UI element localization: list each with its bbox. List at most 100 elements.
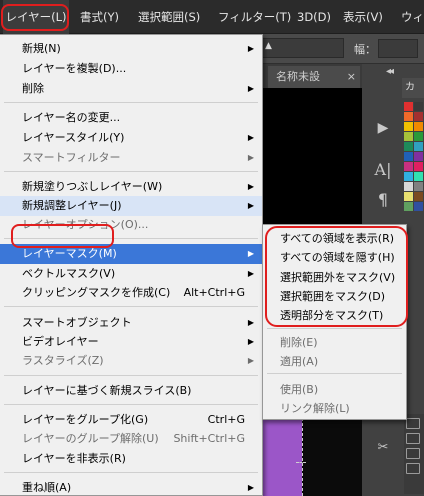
menubar: レイヤー(L) 書式(Y) 選択範囲(S) フィルター(T) 3D(D) 表示(… xyxy=(0,0,424,34)
menu-3d[interactable]: 3D(D) xyxy=(297,0,331,34)
submenu-arrow-icon: ▶ xyxy=(247,84,254,93)
layer-mask-submenu: すべての領域を表示(R) すべての領域を隠す(H) 選択範囲外をマスク(V) 選択範囲… xyxy=(262,224,407,420)
layer-menu-item[interactable]: 新規調整レイヤー(J) ▶ xyxy=(0,196,262,216)
submenu-arrow-icon: ▶ xyxy=(247,269,254,278)
menu-item-label: レイヤーマスク(M) xyxy=(22,247,117,260)
document-tab[interactable]: 名称未設 × xyxy=(268,66,360,88)
submenu-item[interactable]: 選択範囲をマスク(D) xyxy=(263,287,406,307)
submenu-item[interactable]: すべての領域を表示(R) xyxy=(263,229,406,249)
submenu-item[interactable]: 削除(E) xyxy=(263,333,406,353)
menu-item-label: ラスタライズ(Z) xyxy=(22,354,104,367)
color-swatch[interactable] xyxy=(404,182,413,191)
panel-icon-strip xyxy=(404,414,424,494)
layer-menu-item[interactable]: レイヤー名の変更... xyxy=(0,108,262,128)
panel-icon[interactable] xyxy=(406,418,420,429)
menu-type[interactable]: 書式(Y) xyxy=(80,0,119,34)
width-label: 幅： xyxy=(354,43,376,56)
color-swatch[interactable] xyxy=(414,192,423,201)
paragraph-icon[interactable]: ¶ xyxy=(368,190,398,209)
menu-item-label: レイヤーオプション(O)... xyxy=(22,218,149,231)
layer-menu-item[interactable]: スマートフィルター ▶ xyxy=(0,148,262,168)
layer-menu-item[interactable]: ベクトルマスク(V) ▶ xyxy=(0,264,262,284)
panel-icon[interactable] xyxy=(406,463,420,474)
color-swatch[interactable] xyxy=(404,172,413,181)
selection-marquee xyxy=(296,462,306,496)
color-swatch[interactable] xyxy=(414,132,423,141)
color-swatch[interactable] xyxy=(414,142,423,151)
layer-menu-item[interactable]: 重ね順(A) ▶ xyxy=(0,478,262,496)
color-swatch[interactable] xyxy=(414,102,423,111)
color-swatch[interactable] xyxy=(404,202,413,211)
menu-separator xyxy=(4,375,258,376)
layer-menu-item[interactable]: ビデオレイヤー ▶ xyxy=(0,332,262,352)
submenu-item[interactable]: リンク解除(L) xyxy=(263,399,406,419)
submenu-arrow-icon: ▶ xyxy=(247,337,254,346)
collapse-panel-icon[interactable]: ◂◂ xyxy=(386,66,394,77)
submenu-item[interactable]: すべての領域を隠す(H) xyxy=(263,248,406,268)
menu-item-label: 新規(N) xyxy=(22,42,61,55)
dropdown-arrow-icon: ▲ xyxy=(265,41,272,51)
color-swatch[interactable] xyxy=(404,122,413,131)
options-dropdown[interactable]: ▲ xyxy=(262,38,344,58)
submenu-item[interactable]: 適用(A) xyxy=(263,352,406,372)
menu-view[interactable]: 表示(V) xyxy=(343,0,383,34)
layer-menu-item[interactable]: レイヤーのグループ解除(U) Shift+Ctrl+G xyxy=(0,429,262,449)
menu-separator xyxy=(267,373,402,374)
color-swatch[interactable] xyxy=(404,132,413,141)
layer-menu-item[interactable]: スマートオブジェクト ▶ xyxy=(0,313,262,333)
width-input[interactable] xyxy=(378,39,418,58)
submenu-item[interactable]: 使用(B) xyxy=(263,380,406,400)
color-swatch[interactable] xyxy=(404,142,413,151)
color-swatch[interactable] xyxy=(414,162,423,171)
menu-window[interactable]: ウィ xyxy=(401,0,424,34)
layer-menu-item[interactable]: レイヤースタイル(Y) ▶ xyxy=(0,128,262,148)
submenu-arrow-icon: ▶ xyxy=(247,133,254,142)
color-swatch[interactable] xyxy=(404,112,413,121)
layer-menu-item[interactable]: レイヤーオプション(O)... xyxy=(0,215,262,235)
menu-item-label: 使用(B) xyxy=(280,383,319,396)
layer-menu-item[interactable]: レイヤーに基づく新規スライス(B) xyxy=(0,381,262,401)
color-swatch[interactable] xyxy=(404,102,413,111)
menu-item-label: 選択範囲をマスク(D) xyxy=(280,290,386,303)
color-swatch[interactable] xyxy=(404,152,413,161)
color-swatch[interactable] xyxy=(404,162,413,171)
menu-item-label: 新規調整レイヤー(J) xyxy=(22,199,122,212)
menu-layer[interactable]: レイヤー(L) xyxy=(3,0,69,34)
submenu-item[interactable]: 透明部分をマスク(T) xyxy=(263,306,406,326)
panel-icon[interactable] xyxy=(406,448,420,459)
color-swatch[interactable] xyxy=(414,172,423,181)
color-swatch[interactable] xyxy=(414,122,423,131)
close-icon[interactable]: × xyxy=(347,66,356,88)
menu-item-label: リンク解除(L) xyxy=(280,402,350,415)
layer-menu-item[interactable]: 削除 ▶ xyxy=(0,79,262,99)
menu-separator xyxy=(4,472,258,473)
document-tab-title: 名称未設 xyxy=(276,70,320,83)
layer-menu-item[interactable]: レイヤーを複製(D)... xyxy=(0,59,262,79)
panel-icon[interactable] xyxy=(406,433,420,444)
menu-separator xyxy=(4,171,258,172)
canvas-dark-area xyxy=(302,418,362,496)
menu-filter[interactable]: フィルター(T) xyxy=(218,0,291,34)
layer-menu-item[interactable]: ラスタライズ(Z) ▶ xyxy=(0,351,262,371)
layer-menu-item[interactable]: クリッピングマスクを作成(C) Alt+Ctrl+G xyxy=(0,283,262,303)
character-icon[interactable]: A| xyxy=(368,160,398,179)
layer-menu-item[interactable]: 新規(N) ▶ xyxy=(0,39,262,59)
color-swatch[interactable] xyxy=(414,152,423,161)
tools-icon[interactable]: ✂ xyxy=(368,440,398,455)
play-icon[interactable]: ▶ xyxy=(368,120,398,136)
layer-menu-item[interactable]: レイヤーマスク(M) ▶ xyxy=(0,244,262,264)
submenu-arrow-icon: ▶ xyxy=(247,182,254,191)
submenu-arrow-icon: ▶ xyxy=(247,318,254,327)
menu-item-label: レイヤースタイル(Y) xyxy=(22,131,125,144)
swatches-tab[interactable]: カ xyxy=(402,78,424,98)
color-swatch[interactable] xyxy=(404,192,413,201)
layer-menu-item[interactable]: レイヤーを非表示(R) xyxy=(0,449,262,469)
menu-select[interactable]: 選択範囲(S) xyxy=(138,0,200,34)
submenu-item[interactable]: 選択範囲外をマスク(V) xyxy=(263,268,406,288)
color-swatch[interactable] xyxy=(414,202,423,211)
layer-menu-item[interactable]: 新規塗りつぶしレイヤー(W) ▶ xyxy=(0,177,262,197)
color-swatch[interactable] xyxy=(414,112,423,121)
layer-menu-item[interactable]: レイヤーをグループ化(G) Ctrl+G xyxy=(0,410,262,430)
menu-separator xyxy=(4,238,258,239)
color-swatch[interactable] xyxy=(414,182,423,191)
